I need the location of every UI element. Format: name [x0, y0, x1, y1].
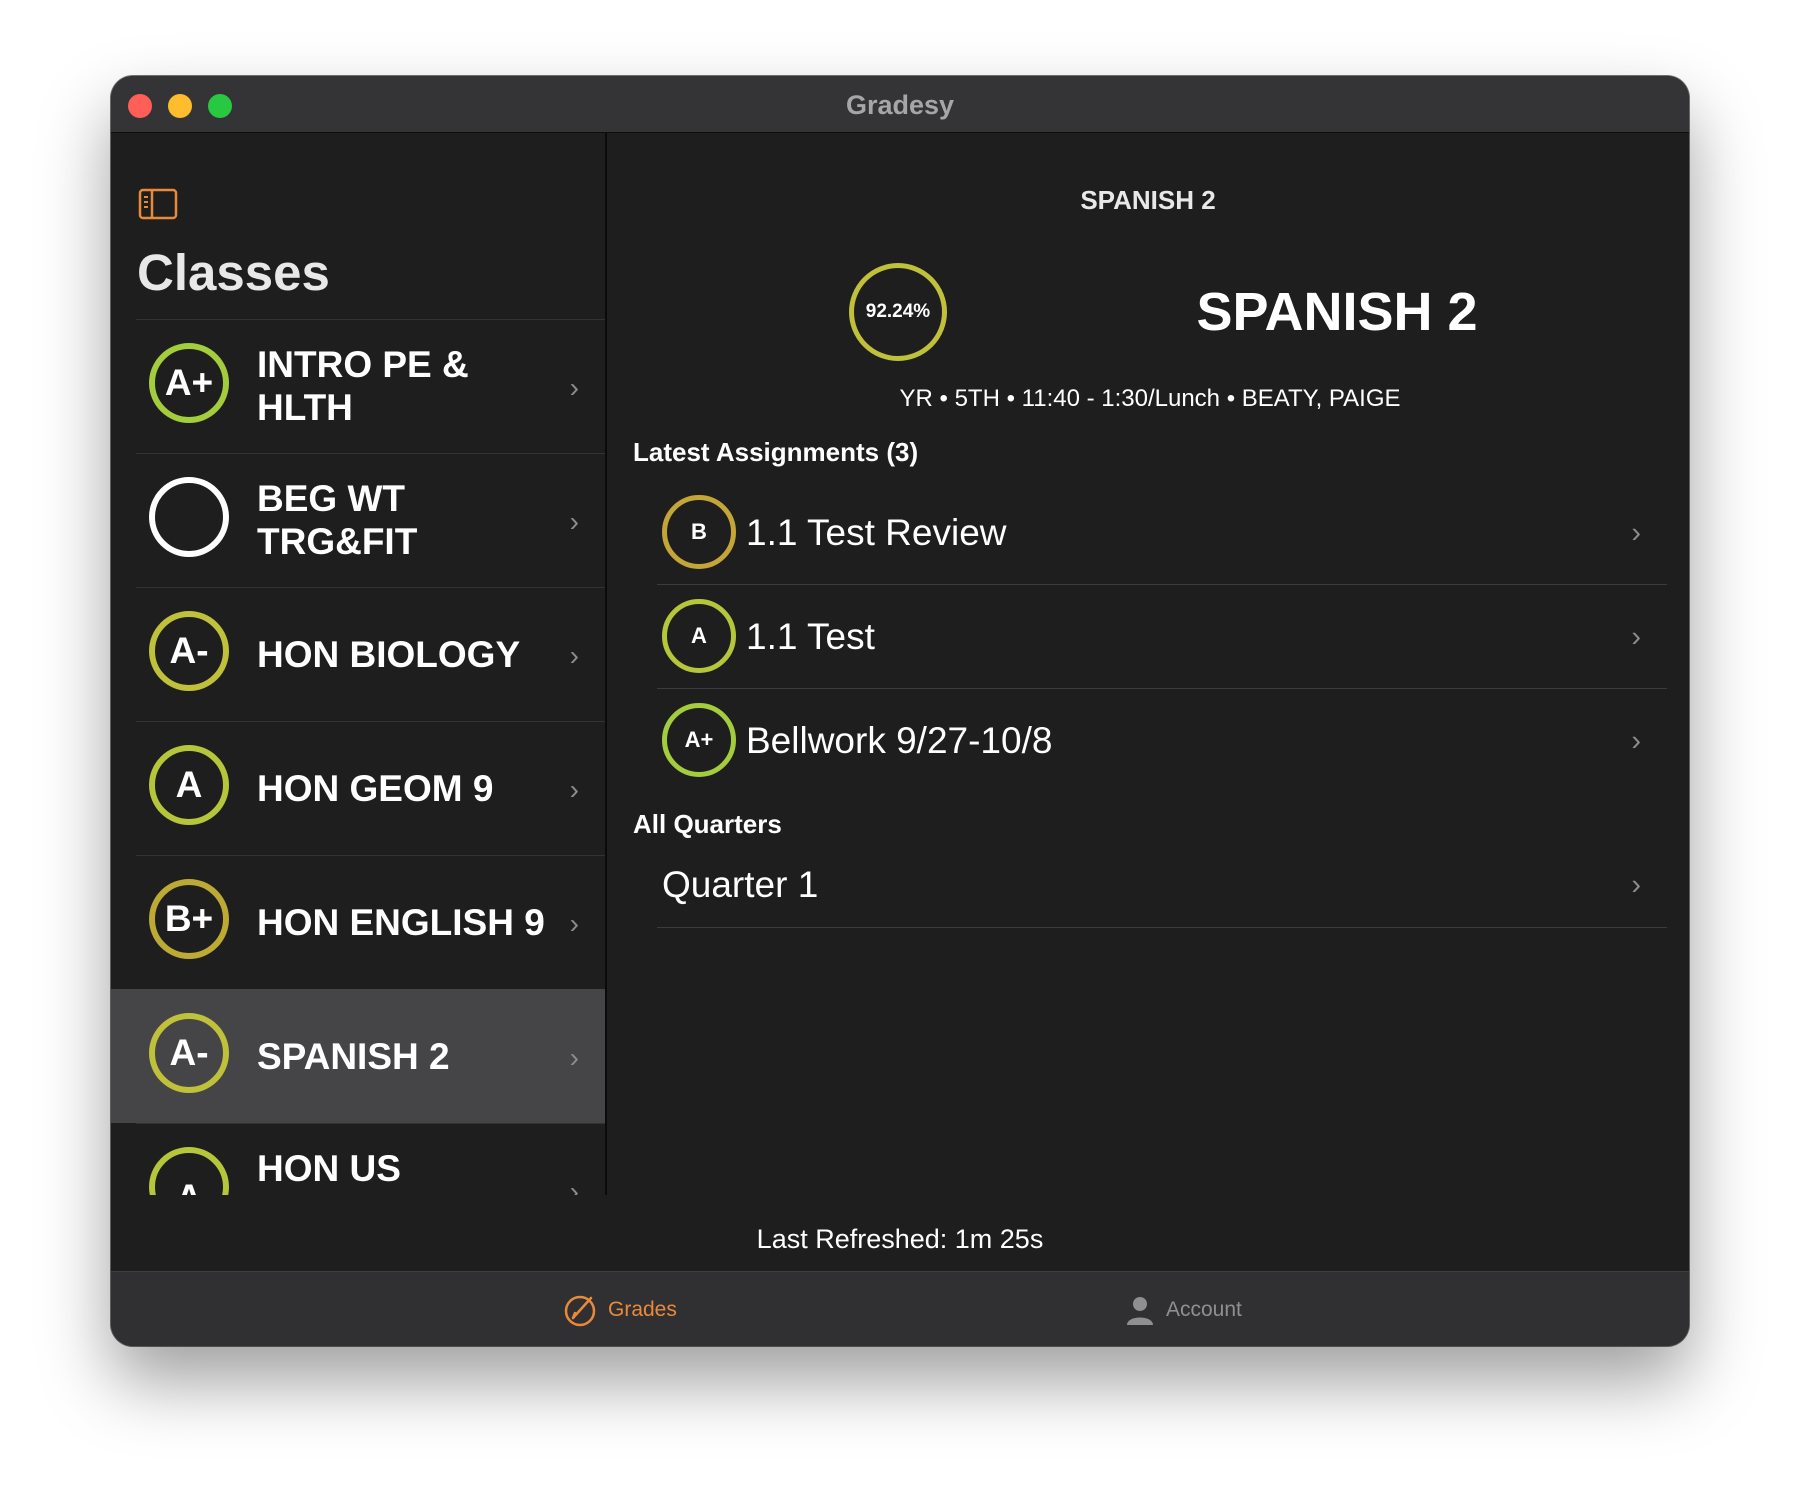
grade-ring: A-: [149, 611, 229, 691]
assignments-header: Latest Assignments (3): [633, 437, 919, 467]
class-name: BEG WT TRG&FIT: [257, 478, 418, 562]
chevron-right-icon: ›: [569, 372, 579, 403]
grade-ring: A+: [662, 703, 736, 777]
sidebar: Classes A+ INTRO PE & HLTH › BEG WT TRG&…: [111, 133, 607, 1195]
class-item-intro-pe[interactable]: A+ INTRO PE & HLTH ›: [111, 319, 605, 453]
tab-label: Account: [1166, 1297, 1242, 1321]
class-item-hon-biology[interactable]: A- HON BIOLOGY ›: [111, 587, 605, 721]
window-title: Gradesy: [845, 90, 955, 120]
class-item-hon-geom[interactable]: A HON GEOM 9 ›: [111, 721, 605, 855]
app-window: Gradesy Classes A+ INTRO PE & HLTH › BEG…: [111, 76, 1689, 1346]
chevron-right-icon: ›: [569, 1042, 579, 1073]
chevron-right-icon: ›: [569, 774, 579, 805]
grade-ring: A+: [149, 343, 229, 423]
last-refreshed-label: Last Refreshed: 1m 25s: [756, 1224, 1044, 1254]
class-name: SPANISH 2: [257, 1035, 450, 1077]
class-name: INTRO PE & HLTH: [257, 344, 469, 428]
chevron-right-icon: ›: [569, 908, 579, 939]
tab-label: Grades: [608, 1297, 677, 1321]
class-name: HON ENGLISH 9: [257, 901, 545, 943]
nav-title: SPANISH 2: [1080, 185, 1216, 215]
quarter-list: Quarter 1 ›: [657, 843, 1667, 928]
assignment-row[interactable]: A 1.1 Test ›: [657, 585, 1667, 689]
chevron-right-icon: ›: [569, 1176, 579, 1195]
class-meta: YR • 5TH • 11:40 - 1:30/Lunch • BEATY, P…: [899, 385, 1401, 412]
assignment-name: 1.1 Test Review: [746, 511, 1007, 553]
grade-ring: A: [149, 745, 229, 825]
class-list: A+ INTRO PE & HLTH › BEG WT TRG&FIT › A-…: [111, 319, 605, 1195]
class-item-hon-us[interactable]: A HON US ›: [111, 1123, 605, 1195]
assignment-list: B 1.1 Test Review › A 1.1 Test › A+ Bell…: [657, 481, 1667, 792]
chevron-right-icon: ›: [1631, 620, 1641, 653]
quarter-row[interactable]: Quarter 1 ›: [657, 843, 1667, 928]
assignment-row[interactable]: B 1.1 Test Review ›: [657, 481, 1667, 585]
grade-ring: A: [149, 1147, 229, 1195]
grade-ring: A: [662, 599, 736, 673]
chevron-right-icon: ›: [1631, 869, 1641, 901]
tab-bar: Grades Account: [111, 1271, 1689, 1346]
class-item-beg-wt[interactable]: BEG WT TRG&FIT ›: [111, 453, 605, 587]
grade-ring: [149, 477, 229, 557]
class-name: HON GEOM 9: [257, 767, 494, 809]
chevron-right-icon: ›: [569, 640, 579, 671]
tab-grades[interactable]: Grades: [562, 1272, 677, 1346]
grades-icon: [564, 1295, 596, 1326]
class-name: HON BIOLOGY: [257, 633, 521, 675]
class-item-spanish-2[interactable]: A- SPANISH 2 ›: [111, 989, 605, 1123]
sidebar-title: Classes: [137, 244, 330, 301]
sidebar-toggle-icon[interactable]: [138, 187, 178, 221]
grade-ring: B+: [149, 879, 229, 959]
class-name: HON US: [257, 1148, 401, 1189]
quarters-header: All Quarters: [633, 809, 782, 839]
chevron-right-icon: ›: [569, 506, 579, 537]
tab-account[interactable]: Account: [1124, 1272, 1242, 1346]
class-title: SPANISH 2: [1196, 282, 1478, 342]
chevron-right-icon: ›: [1631, 516, 1641, 549]
percent-ring: 92.24%: [849, 263, 947, 361]
title-bar: Gradesy: [111, 76, 1689, 133]
grade-ring: A-: [149, 1013, 229, 1093]
class-item-hon-english[interactable]: B+ HON ENGLISH 9 ›: [111, 855, 605, 989]
class-detail: SPANISH 2 92.24% SPANISH 2 YR • 5TH • 11…: [607, 133, 1689, 1195]
grade-ring: B: [662, 495, 736, 569]
assignment-name: 1.1 Test: [746, 615, 875, 657]
assignment-row[interactable]: A+ Bellwork 9/27-10/8 ›: [657, 689, 1667, 792]
person-icon: [1127, 1296, 1153, 1325]
quarter-name: Quarter 1: [662, 864, 819, 905]
assignment-name: Bellwork 9/27-10/8: [746, 719, 1053, 761]
chevron-right-icon: ›: [1631, 724, 1641, 757]
